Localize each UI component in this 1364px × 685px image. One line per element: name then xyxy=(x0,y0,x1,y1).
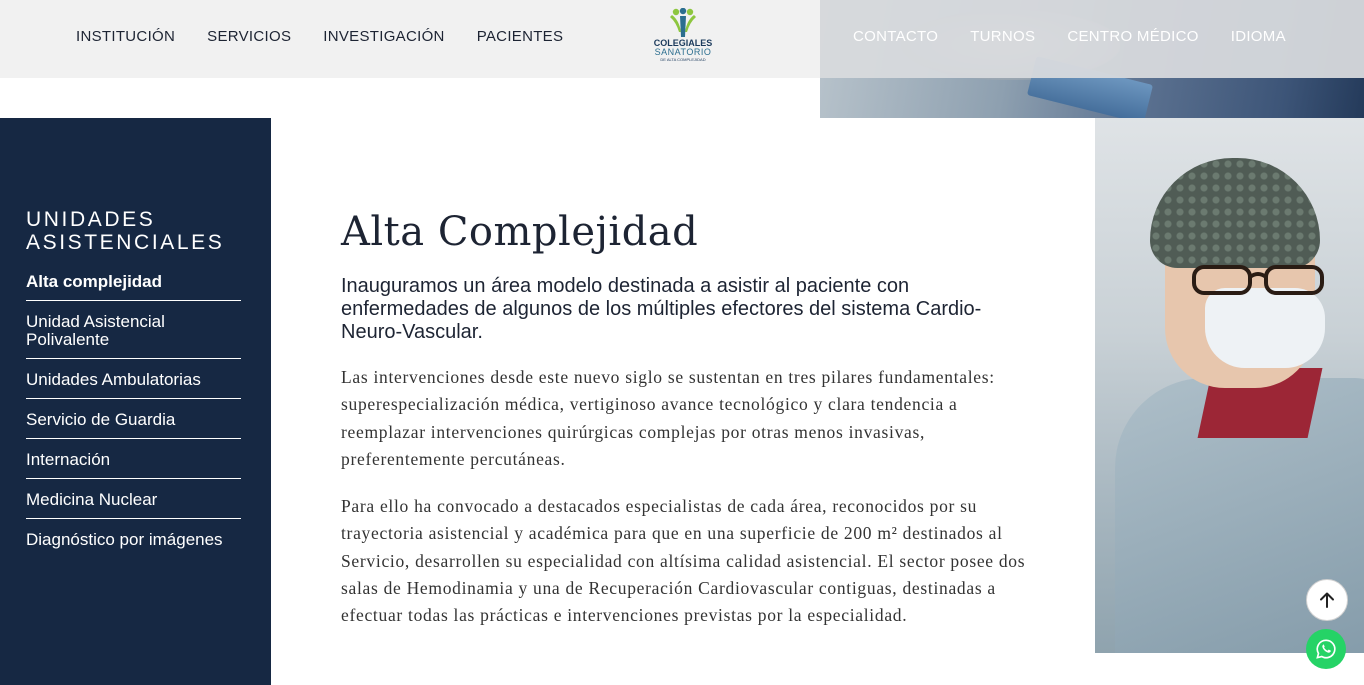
page-title: Alta Complejidad xyxy=(341,209,699,255)
photo-glasses-shape xyxy=(1192,265,1324,295)
scroll-top-button[interactable] xyxy=(1306,579,1348,621)
nav-investigacion[interactable]: INVESTIGACIÓN xyxy=(323,28,444,45)
arrow-up-icon xyxy=(1320,592,1334,608)
nav-servicios[interactable]: SERVICIOS xyxy=(207,28,291,45)
sidebar: UNIDADES ASISTENCIALES Alta complejidad … xyxy=(0,118,271,685)
surgeon-photo xyxy=(1095,118,1364,653)
nav-turnos[interactable]: TURNOS xyxy=(970,28,1035,45)
sidebar-menu: Alta complejidad Unidad Asistencial Poli… xyxy=(26,270,241,567)
sidebar-item-servicio-guardia[interactable]: Servicio de Guardia xyxy=(26,408,241,439)
nav-idioma[interactable]: IDIOMA xyxy=(1231,28,1286,45)
photo-surgical-cap-shape xyxy=(1150,158,1320,268)
nav-contacto[interactable]: CONTACTO xyxy=(853,28,938,45)
whatsapp-icon xyxy=(1316,639,1336,659)
lead-paragraph: Inauguramos un área modelo destinada a a… xyxy=(341,275,982,343)
whatsapp-button[interactable] xyxy=(1306,629,1346,669)
sidebar-item-unidades-ambulatorias[interactable]: Unidades Ambulatorias xyxy=(26,368,241,399)
sidebar-item-diagnostico-imagenes[interactable]: Diagnóstico por imágenes xyxy=(26,528,241,558)
nav-pacientes[interactable]: PACIENTES xyxy=(477,28,564,45)
nav-right: CONTACTO TURNOS CENTRO MÉDICO IDIOMA xyxy=(853,28,1286,45)
logo-people-icon xyxy=(670,8,696,37)
sidebar-item-unidad-polivalente[interactable]: Unidad Asistencial Polivalente xyxy=(26,310,241,359)
sidebar-item-medicina-nuclear[interactable]: Medicina Nuclear xyxy=(26,488,241,519)
nav-centro-medico[interactable]: CENTRO MÉDICO xyxy=(1067,28,1198,45)
body-paragraph-1: Las intervenciones desde este nuevo sigl… xyxy=(341,367,995,469)
logo-line-3: DE ALTA COMPLEJIDAD xyxy=(660,57,706,62)
main-content: Alta Complejidad Inauguramos un área mod… xyxy=(341,205,1031,630)
body-paragraph-2: Para ello ha convocado a destacados espe… xyxy=(341,496,1026,626)
sidebar-title: UNIDADES ASISTENCIALES xyxy=(26,208,225,254)
nav-institucion[interactable]: INSTITUCIÓN xyxy=(76,28,175,45)
photo-face-mask-shape xyxy=(1205,288,1325,368)
site-header: INSTITUCIÓN SERVICIOS INVESTIGACIÓN PACI… xyxy=(0,0,1364,78)
sidebar-item-alta-complejidad[interactable]: Alta complejidad xyxy=(26,270,241,301)
nav-left: INSTITUCIÓN SERVICIOS INVESTIGACIÓN PACI… xyxy=(76,28,563,45)
sidebar-item-internacion[interactable]: Internación xyxy=(26,448,241,479)
site-logo[interactable]: COLEGIALES SANATORIO DE ALTA COMPLEJIDAD xyxy=(648,8,718,68)
logo-line-2: SANATORIO xyxy=(654,47,712,57)
